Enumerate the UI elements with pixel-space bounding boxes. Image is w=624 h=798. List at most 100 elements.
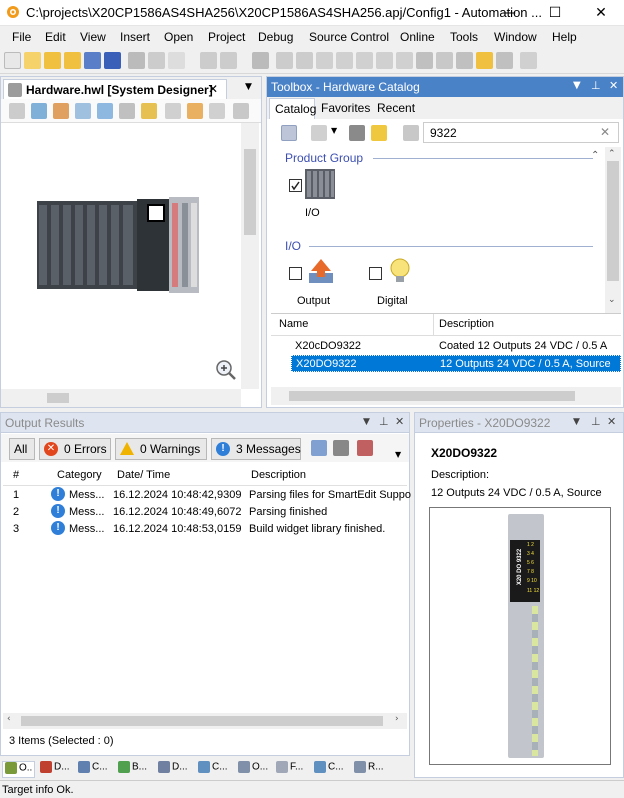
paste-icon[interactable] [168, 52, 185, 69]
toolbox-pin-icon[interactable]: ⊥ [591, 79, 601, 92]
scroll-up-icon[interactable]: ⌃ [608, 149, 616, 159]
pointer-icon[interactable] [165, 103, 181, 119]
redo-icon[interactable] [220, 52, 237, 69]
cut-icon[interactable] [128, 52, 145, 69]
find-replace-icon[interactable] [296, 52, 313, 69]
maximize-button[interactable]: ☐ [532, 0, 578, 26]
output-dropdown-icon[interactable]: ▼ [363, 417, 370, 427]
menu-help[interactable]: Help [552, 30, 577, 44]
close-button[interactable]: ✕ [578, 0, 624, 26]
lock-icon[interactable] [141, 103, 157, 119]
online-settings-icon[interactable] [396, 52, 413, 69]
tab-build[interactable]: B... [118, 761, 147, 778]
output-scroll-thumb[interactable] [21, 716, 383, 726]
catalog-view-icon[interactable] [281, 125, 297, 141]
tab-catalog[interactable]: Catalog [269, 98, 316, 119]
tab-list-dropdown-icon[interactable]: ▼ [245, 82, 252, 92]
toolbox-close-icon[interactable]: ✕ [609, 79, 618, 92]
column-header-description[interactable]: Description [251, 469, 306, 481]
new-file-icon[interactable] [4, 52, 21, 69]
io-modules-icon[interactable] [305, 169, 335, 199]
grid-icon[interactable] [209, 103, 225, 119]
menu-edit[interactable]: Edit [45, 30, 66, 44]
connect-icon[interactable] [97, 103, 113, 119]
filter-errors-button[interactable]: ✕ 0 Errors [39, 438, 111, 460]
output-arrow-icon[interactable] [307, 257, 335, 285]
filter-warnings-button[interactable]: 0 Warnings [115, 438, 207, 460]
stop-icon[interactable] [436, 52, 453, 69]
overflow-menu-icon[interactable]: ▼ [395, 450, 401, 459]
copy-icon[interactable] [148, 52, 165, 69]
results-horizontal-scrollbar[interactable] [271, 387, 621, 405]
tab-debugger[interactable]: D... [40, 761, 70, 778]
toolbox-dropdown-icon[interactable]: ▼ [573, 80, 581, 91]
clear-filter-icon[interactable] [403, 125, 419, 141]
tab-favorites[interactable]: Favorites [321, 101, 370, 115]
catalog-vertical-scrollbar[interactable]: ⌃ ⌄ [605, 147, 621, 313]
column-header-name[interactable]: Name [279, 318, 308, 330]
tab-recent[interactable]: Recent [377, 101, 415, 115]
zoom-in-icon[interactable] [215, 359, 237, 381]
scroll-left-icon[interactable]: ‹ [7, 714, 11, 724]
export-icon[interactable] [311, 440, 327, 456]
save-all-icon[interactable] [104, 52, 121, 69]
menu-insert[interactable]: Insert [120, 30, 150, 44]
undo-icon[interactable] [200, 52, 217, 69]
menu-file[interactable]: File [12, 30, 31, 44]
minimize-button[interactable]: — [486, 0, 532, 26]
tab-reference[interactable]: R... [354, 761, 384, 778]
align-icon[interactable] [233, 103, 249, 119]
breakpoint-icon[interactable] [476, 52, 493, 69]
tab-find[interactable]: F... [276, 761, 303, 778]
properties-pin-icon[interactable]: ⊥ [591, 415, 601, 428]
menu-online[interactable]: Online [400, 30, 435, 44]
properties-dropdown-icon[interactable]: ▼ [573, 417, 580, 427]
tab-output[interactable]: O.. [2, 761, 36, 778]
table-row[interactable]: 2 ! Mess... 16.12.2024 10:48:49,6072 Par… [3, 504, 407, 521]
layout-icon[interactable] [187, 103, 203, 119]
scroll-thumb[interactable] [244, 149, 256, 235]
clear-filter-icon[interactable] [357, 440, 373, 456]
filter-all-button[interactable]: All [9, 438, 35, 460]
debug-icon[interactable] [456, 52, 473, 69]
zoom-icon[interactable] [496, 52, 513, 69]
new-folder-icon[interactable] [24, 52, 41, 69]
hardware-horizontal-scrollbar[interactable] [1, 389, 241, 407]
clear-search-icon[interactable]: ✕ [600, 125, 610, 139]
menu-source-control[interactable]: Source Control [309, 30, 389, 44]
table-row[interactable]: 1 ! Mess... 16.12.2024 10:48:42,9309 Par… [3, 487, 411, 504]
table-row[interactable]: 3 ! Mess... 16.12.2024 10:48:53,0159 Bui… [3, 521, 407, 538]
view-icon[interactable] [31, 103, 47, 119]
result-row[interactable]: X20cDO9322 Coated 12 Outputs 24 VDC / 0.… [271, 338, 621, 355]
menu-tools[interactable]: Tools [450, 30, 478, 44]
clear-list-icon[interactable] [333, 440, 349, 456]
output-pin-icon[interactable]: ⊥ [379, 415, 389, 428]
output-checkbox[interactable] [289, 267, 302, 280]
open-project-icon[interactable] [64, 52, 81, 69]
menu-project[interactable]: Project [208, 30, 245, 44]
tab-online[interactable]: O... [238, 761, 268, 778]
compile-icon[interactable] [376, 52, 393, 69]
module-icon[interactable] [53, 103, 69, 119]
tree-view-dropdown-icon[interactable]: ▼ [331, 126, 337, 135]
delete-icon[interactable] [252, 52, 269, 69]
save-icon[interactable] [84, 52, 101, 69]
properties-icon[interactable] [119, 103, 135, 119]
build-icon[interactable] [316, 52, 333, 69]
tree-view-icon[interactable] [311, 125, 327, 141]
hardware-vertical-scrollbar[interactable] [241, 123, 259, 389]
scroll-down-icon[interactable]: ⌄ [608, 295, 616, 305]
column-header-category[interactable]: Category [57, 469, 102, 481]
hardware-tab[interactable]: Hardware.hwl [System Designer] ✕ [3, 79, 227, 99]
output-close-icon[interactable]: ✕ [395, 415, 404, 428]
tab-cross-reference[interactable]: C... [78, 761, 108, 778]
column-header-num[interactable]: # [13, 469, 19, 481]
tab-compare[interactable]: C... [198, 761, 228, 778]
digital-checkbox[interactable] [369, 267, 382, 280]
menu-view[interactable]: View [80, 30, 106, 44]
rebuild-icon[interactable] [336, 52, 353, 69]
filter-messages-button[interactable]: ! 3 Messages [211, 438, 301, 460]
menu-window[interactable]: Window [494, 30, 537, 44]
tab-configuration[interactable]: C... [314, 761, 344, 778]
io-checkbox[interactable] [289, 179, 302, 192]
